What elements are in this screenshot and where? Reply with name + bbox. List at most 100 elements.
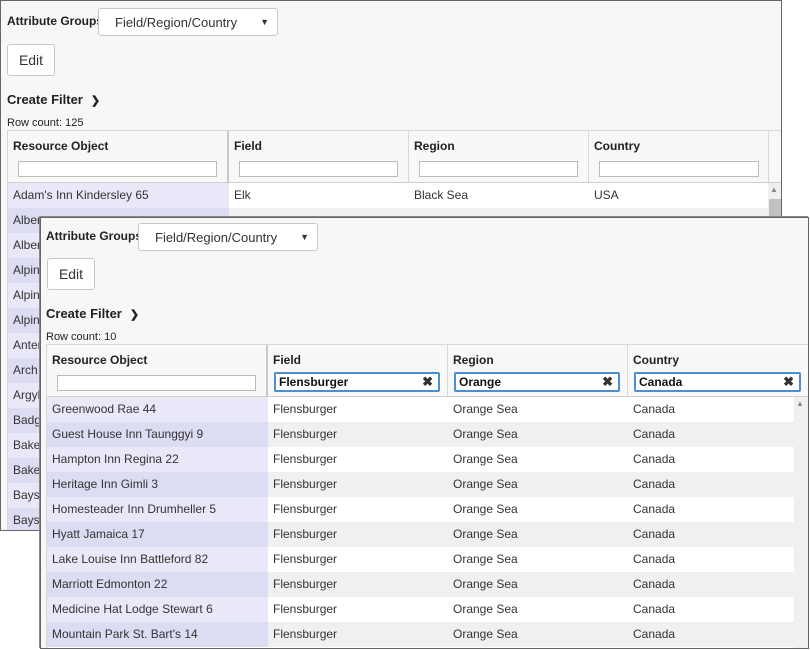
table-cell-region: Orange Sea bbox=[448, 622, 628, 647]
column-header-field[interactable]: Field Flensburger ✖ bbox=[268, 345, 448, 397]
table-cell-resource-object: Hyatt Jamaica 17 bbox=[47, 522, 268, 547]
column-header-resource-object[interactable]: Resource Object bbox=[47, 345, 268, 397]
filter-value: Canada bbox=[639, 375, 683, 389]
table-row[interactable]: Hyatt Jamaica 17 Flensburger Orange Sea Can… bbox=[47, 522, 794, 547]
column-title: Field bbox=[273, 353, 302, 367]
filter-input-country[interactable] bbox=[599, 161, 759, 177]
attribute-groups-label: Attribute Groups: bbox=[7, 14, 107, 28]
table-cell-field: Flensburger bbox=[268, 497, 448, 522]
table-row[interactable]: Heritage Inn Gimli 3 Flensburger Orange Se… bbox=[47, 472, 794, 497]
table-cell-country: Canada bbox=[628, 397, 794, 422]
filter-input-country[interactable]: Canada ✖ bbox=[634, 372, 801, 392]
caret-down-icon: ▼ bbox=[260, 17, 269, 27]
table-row[interactable]: Lake Louise Inn Battleford 82 Flensburger… bbox=[47, 547, 794, 572]
table-cell-field: Elk bbox=[229, 183, 409, 208]
table-cell-resource-object: Lake Louise Inn Battleford 82 bbox=[47, 547, 268, 572]
column-title: Region bbox=[414, 139, 455, 153]
table-cell-field: Flensburger bbox=[268, 572, 448, 597]
table-cell-resource-object: Medicine Hat Lodge Stewart 6 bbox=[47, 597, 268, 622]
filter-input-field[interactable]: Flensburger ✖ bbox=[274, 372, 440, 392]
table-cell-field: Flensburger bbox=[268, 472, 448, 497]
filter-input-resource-object[interactable] bbox=[18, 161, 217, 177]
table-cell-country: Canada bbox=[628, 522, 794, 547]
create-filter-label: Create Filter bbox=[7, 92, 83, 107]
foreground-window: Attribute Groups: Field/Region/Country ▼… bbox=[40, 217, 809, 649]
edit-button[interactable]: Edit bbox=[47, 258, 95, 290]
vertical-scrollbar[interactable]: ▲ bbox=[794, 397, 808, 648]
column-header-field[interactable]: Field bbox=[229, 131, 409, 183]
table-cell-country: USA bbox=[589, 183, 769, 208]
table-cell-resource-object: Homesteader Inn Drumheller 5 bbox=[47, 497, 268, 522]
table-cell-country: Canada bbox=[628, 597, 794, 622]
table-cell-region: Orange Sea bbox=[448, 447, 628, 472]
column-header-region[interactable]: Region bbox=[409, 131, 589, 183]
filter-value: Flensburger bbox=[279, 375, 349, 389]
table-row[interactable]: Greenwood Rae 44 Flensburger Orange Sea Can… bbox=[47, 397, 794, 422]
table-row[interactable]: Guest House Inn Taunggyi 9 Flensburger Ora… bbox=[47, 422, 794, 447]
table-cell-region: Orange Sea bbox=[448, 547, 628, 572]
column-title: Country bbox=[594, 139, 640, 153]
table-cell-field: Flensburger bbox=[268, 622, 448, 647]
table-cell-region: Black Sea bbox=[409, 183, 589, 208]
table-row[interactable]: Marriott Edmonton 22 Flensburger Orange Se… bbox=[47, 572, 794, 597]
scroll-up-icon[interactable]: ▲ bbox=[770, 185, 778, 194]
clear-filter-icon[interactable]: ✖ bbox=[422, 374, 433, 390]
attribute-groups-value: Field/Region/Country bbox=[155, 230, 278, 245]
table-cell-country: Canada bbox=[628, 447, 794, 472]
table-cell-field: Flensburger bbox=[268, 597, 448, 622]
table-cell-region: Orange Sea bbox=[448, 597, 628, 622]
table-row[interactable]: Hampton Inn Regina 22 Flensburger Orange S… bbox=[47, 447, 794, 472]
table-cell-country: Canada bbox=[628, 497, 794, 522]
create-filter-toggle[interactable]: Create Filter ❯ bbox=[7, 92, 100, 107]
table-cell-country: Canada bbox=[628, 622, 794, 647]
clear-filter-icon[interactable]: ✖ bbox=[602, 374, 613, 390]
chevron-down-icon: ❯ bbox=[129, 309, 140, 321]
column-title: Resource Object bbox=[13, 139, 109, 153]
column-title: Field bbox=[234, 139, 263, 153]
filter-value: Orange bbox=[459, 375, 502, 389]
table-row[interactable]: Mountain Park St. Bart's 14 Flensburger Or… bbox=[47, 622, 794, 647]
table-cell-resource-object: Mountain Park St. Bart's 14 bbox=[47, 622, 268, 647]
column-title: Country bbox=[633, 353, 679, 367]
column-header-country[interactable]: Country bbox=[589, 131, 769, 183]
data-grid: Resource Object Field Flensburger ✖ Regi… bbox=[46, 344, 808, 648]
table-row[interactable]: Adam's Inn Kindersley 65 Elk Black Sea USA bbox=[8, 183, 769, 208]
table-cell-resource-object: Adam's Inn Kindersley 65 bbox=[8, 183, 229, 208]
column-title: Region bbox=[453, 353, 494, 367]
table-cell-country: Canada bbox=[628, 472, 794, 497]
table-cell-resource-object: Guest House Inn Taunggyi 9 bbox=[47, 422, 268, 447]
table-cell-country: Canada bbox=[628, 572, 794, 597]
filter-input-region[interactable]: Orange ✖ bbox=[454, 372, 620, 392]
attribute-groups-select[interactable]: Field/Region/Country ▼ bbox=[98, 8, 278, 36]
filter-input-field[interactable] bbox=[239, 161, 398, 177]
row-count: Row count: 10 bbox=[46, 331, 117, 343]
filter-input-resource-object[interactable] bbox=[57, 375, 256, 391]
table-cell-country: Canada bbox=[628, 547, 794, 572]
table-cell-country: Canada bbox=[628, 422, 794, 447]
row-count: Row count: 125 bbox=[7, 117, 84, 129]
table-cell-resource-object: Heritage Inn Gimli 3 bbox=[47, 472, 268, 497]
attribute-groups-select[interactable]: Field/Region/Country ▼ bbox=[138, 223, 318, 251]
table-cell-region: Orange Sea bbox=[448, 572, 628, 597]
table-cell-resource-object: Greenwood Rae 44 bbox=[47, 397, 268, 422]
scroll-up-icon[interactable]: ▲ bbox=[796, 399, 804, 408]
table-row[interactable]: Homesteader Inn Drumheller 5 Flensburger O… bbox=[47, 497, 794, 522]
table-cell-resource-object: Hampton Inn Regina 22 bbox=[47, 447, 268, 472]
table-cell-region: Orange Sea bbox=[448, 522, 628, 547]
column-header-region[interactable]: Region Orange ✖ bbox=[448, 345, 628, 397]
column-header-country[interactable]: Country Canada ✖ bbox=[628, 345, 808, 397]
create-filter-toggle[interactable]: Create Filter ❯ bbox=[46, 306, 139, 321]
create-filter-label: Create Filter bbox=[46, 306, 122, 321]
table-cell-field: Flensburger bbox=[268, 522, 448, 547]
caret-down-icon: ▼ bbox=[300, 232, 309, 242]
table-cell-field: Flensburger bbox=[268, 397, 448, 422]
clear-filter-icon[interactable]: ✖ bbox=[783, 374, 794, 390]
column-header-resource-object[interactable]: Resource Object bbox=[8, 131, 229, 183]
table-row[interactable]: Medicine Hat Lodge Stewart 6 Flensburger O… bbox=[47, 597, 794, 622]
edit-button[interactable]: Edit bbox=[7, 44, 55, 76]
table-cell-region: Orange Sea bbox=[448, 397, 628, 422]
filter-input-region[interactable] bbox=[419, 161, 578, 177]
table-cell-region: Orange Sea bbox=[448, 472, 628, 497]
attribute-groups-label: Attribute Groups: bbox=[46, 229, 146, 243]
table-cell-field: Flensburger bbox=[268, 447, 448, 472]
